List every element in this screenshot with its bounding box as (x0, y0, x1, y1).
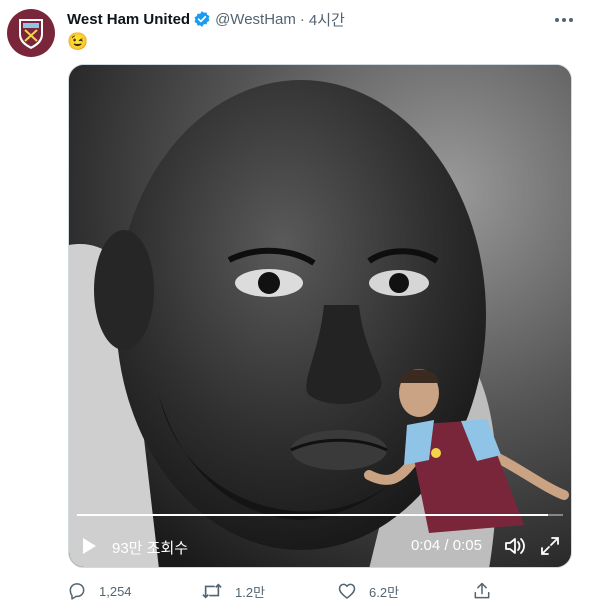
timestamp[interactable]: 4시간 (309, 9, 345, 30)
video-player[interactable]: 93만 조회수 0:04 / 0:05 (68, 64, 572, 568)
video-duration: 0:05 (452, 537, 482, 554)
display-name[interactable]: West Ham United (67, 11, 190, 28)
avatar[interactable] (7, 9, 55, 57)
separator-dot: · (299, 10, 305, 28)
retweet-count: 1.2만 (235, 584, 266, 600)
like-button[interactable]: 6.2만 (337, 580, 399, 602)
reply-button[interactable]: 1,254 (67, 580, 132, 602)
video-controls: 93만 조회수 0:04 / 0:05 (69, 531, 571, 561)
share-button[interactable] (472, 580, 492, 602)
time-divider: / (444, 537, 449, 554)
video-frame (69, 65, 571, 567)
verified-badge-icon (193, 10, 211, 28)
volume-icon[interactable] (503, 534, 527, 558)
reply-icon (69, 583, 85, 600)
fullscreen-icon[interactable] (538, 534, 562, 558)
video-progress-bar[interactable] (77, 514, 563, 516)
video-progress-fill (77, 514, 549, 516)
user-handle[interactable]: @WestHam (215, 11, 296, 28)
tweet-header: West Ham United @WestHam · 4시간 (67, 9, 345, 29)
current-time: 0:04 (411, 537, 441, 554)
share-icon (474, 582, 490, 599)
like-count: 6.2만 (369, 584, 400, 600)
crest-icon (19, 19, 43, 49)
tweet-text: 😉 (67, 32, 89, 51)
video-timecode: 0:04 / 0:05 (411, 537, 482, 554)
retweet-button[interactable]: 1.2만 (201, 580, 265, 602)
tweet-actions: 1,254 1.2만 6.2만 (67, 580, 497, 602)
reply-count: 1,254 (99, 583, 132, 599)
play-icon[interactable] (81, 536, 101, 556)
heart-icon (338, 583, 356, 599)
retweet-icon (202, 583, 222, 599)
view-count: 93만 조회수 (112, 540, 189, 557)
more-options-icon[interactable] (552, 12, 576, 28)
